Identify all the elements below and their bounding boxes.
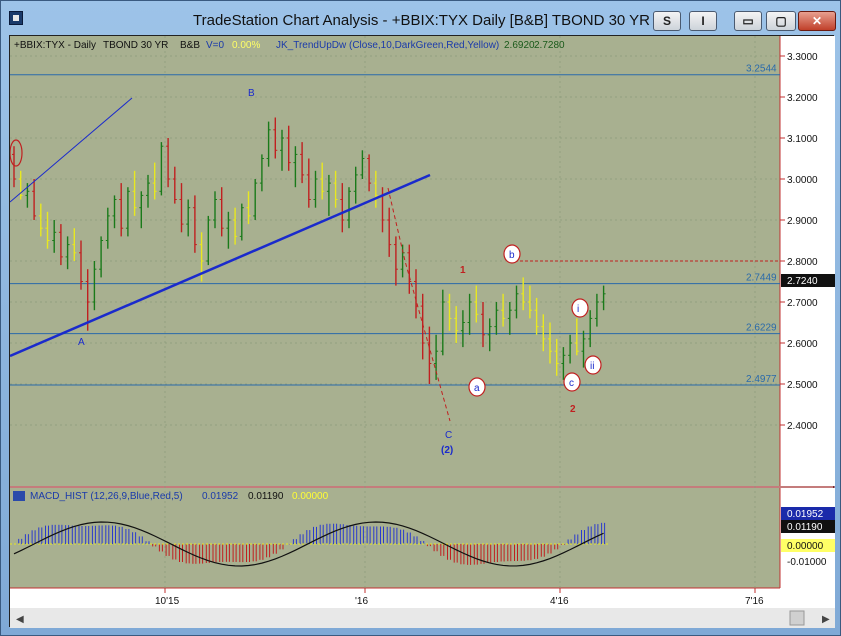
wave-label: 2: [570, 404, 576, 415]
wave-label: b: [509, 250, 515, 261]
wave-label-circle: [571, 298, 589, 318]
macd-axis-tick: -0.01000: [787, 557, 827, 568]
wave-label: (2): [441, 445, 453, 456]
price-tick-label: 2.9000: [787, 216, 818, 227]
scroll-right-arrow[interactable]: ▶: [822, 614, 830, 625]
macd-badge-1-text: 0.01952: [787, 509, 824, 520]
macd-value-1: 0.01952: [202, 491, 239, 502]
horizontal-scrollbar[interactable]: [10, 608, 835, 628]
indicator-value-1: 2.6920: [504, 40, 535, 51]
app-window: TradeStation Chart Analysis - +BBIX:TYX …: [0, 0, 841, 636]
macd-value-2: 0.01190: [248, 491, 284, 502]
last-price-value: 2.7240: [787, 276, 818, 287]
indicator-label: JK_TrendUpDw (Close,10,DarkGreen,Red,Yel…: [276, 40, 499, 51]
price-tick-label: 2.5000: [787, 380, 818, 391]
wave-label: 1: [460, 265, 466, 276]
percent-change-label: 0.00%: [232, 40, 260, 51]
wave-label: a: [474, 383, 480, 394]
macd-value-3: 0.00000: [292, 491, 329, 502]
minimize-button[interactable]: ▭: [734, 11, 762, 31]
price-tick-label: 3.3000: [787, 52, 818, 63]
time-tick-label: 7'16: [745, 596, 764, 607]
time-tick-label: 10'15: [155, 596, 180, 607]
macd-badge-3-text: 0.00000: [787, 541, 824, 552]
data-network-label: B&B: [180, 40, 200, 51]
wave-label: C: [445, 430, 452, 441]
indicator-menu-button[interactable]: I: [689, 11, 717, 31]
chart-area[interactable]: ◀ ▶ 3.3000 3.2000 3.1000 3.0000 2.9000 2.8000…: [9, 35, 835, 628]
wave-label: i: [577, 304, 579, 315]
time-tick-label: 4'16: [550, 596, 569, 607]
level-label: 2.6229: [746, 323, 777, 334]
macd-badge-2-text: 0.01190: [787, 522, 823, 533]
wave-label: B: [248, 88, 255, 99]
wave-label: ii: [590, 361, 594, 372]
level-label: 2.4977: [746, 374, 777, 385]
macd-axis: [780, 488, 835, 588]
indicator-value-2: 2.7280: [534, 40, 565, 51]
macd-icon[interactable]: [13, 491, 25, 501]
level-label: 2.7449: [746, 273, 777, 284]
level-label: 3.2544: [746, 64, 777, 75]
price-tick-label: 3.1000: [787, 134, 818, 145]
wave-label: c: [569, 378, 574, 389]
price-tick-label: 3.0000: [787, 175, 818, 186]
symbol-menu-button[interactable]: S: [653, 11, 681, 31]
price-tick-label: 3.2000: [787, 93, 818, 104]
price-tick-label: 2.6000: [787, 339, 818, 350]
title-bar[interactable]: TradeStation Chart Analysis - +BBIX:TYX …: [1, 1, 841, 35]
close-button[interactable]: ✕: [798, 11, 836, 31]
macd-label: MACD_HIST (12,26,9,Blue,Red,5): [30, 491, 183, 502]
price-tick-label: 2.8000: [787, 257, 818, 268]
price-tick-label: 2.4000: [787, 421, 818, 432]
scrollbar-thumb[interactable]: [789, 610, 805, 626]
maximize-button[interactable]: ▢: [766, 11, 796, 31]
scroll-left-arrow[interactable]: ◀: [16, 614, 24, 625]
symbol-label: +BBIX:TYX - Daily: [14, 40, 96, 51]
chart-canvas[interactable]: ◀ ▶ 3.3000 3.2000 3.1000 3.0000 2.9000 2.8000…: [10, 36, 835, 628]
time-tick-label: '16: [355, 596, 368, 607]
wave-label: A: [78, 337, 85, 348]
volume-label: V=0: [206, 40, 225, 51]
description-label: TBOND 30 YR: [103, 40, 168, 51]
time-axis: [10, 588, 835, 608]
price-tick-label: 2.7000: [787, 298, 818, 309]
